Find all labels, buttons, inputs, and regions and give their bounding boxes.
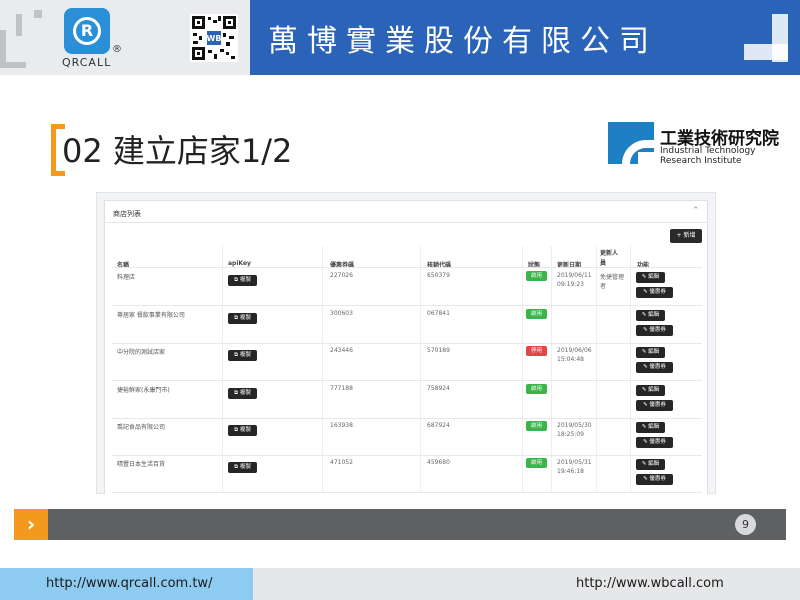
store-name: 尊居家 餐飲事業有限公司 bbox=[117, 312, 185, 319]
edit-button[interactable]: ✎ 編輯 bbox=[636, 272, 665, 283]
verify-code: 758924 bbox=[427, 385, 450, 392]
update-date: 2019/06/11 bbox=[557, 272, 592, 279]
store-name: 喬記食品有限公司 bbox=[117, 424, 166, 431]
update-date: 2019/06/06 bbox=[557, 347, 592, 354]
itri-english-name: Research Institute bbox=[660, 156, 742, 166]
verify-code: 459680 bbox=[427, 459, 450, 466]
update-time: 15:04:48 bbox=[557, 356, 584, 363]
divider bbox=[104, 222, 708, 223]
updater: 者 bbox=[600, 283, 607, 290]
edit-button[interactable]: ✎ 編輯 bbox=[636, 385, 665, 396]
store-name: 料理店 bbox=[117, 274, 136, 281]
copy-apikey-button[interactable]: ⧉ 複製 bbox=[228, 275, 257, 286]
registered-mark: ® bbox=[112, 44, 122, 55]
status-badge: 啟用 bbox=[526, 309, 547, 319]
copy-apikey-button[interactable]: ⧉ 複製 bbox=[228, 425, 257, 436]
store-name: 中分院的測試店家 bbox=[117, 349, 166, 356]
row-divider bbox=[112, 492, 702, 493]
coupon-code: 227026 bbox=[330, 272, 353, 279]
edit-button[interactable]: ✎ 編輯 bbox=[636, 310, 665, 321]
store-name: 捷裕鮮家(永康門市) bbox=[117, 387, 170, 394]
status-badge: 啟用 bbox=[526, 271, 547, 281]
qr-badge-text: WB bbox=[207, 34, 222, 43]
collapse-icon[interactable]: ⌃ bbox=[692, 206, 700, 216]
edit-button[interactable]: ✎ 編輯 bbox=[636, 422, 665, 433]
status-badge: 停用 bbox=[526, 346, 547, 356]
row-divider bbox=[112, 305, 702, 306]
column-header: apiKey bbox=[228, 260, 251, 267]
update-date: 2019/05/31 bbox=[557, 459, 592, 466]
row-divider bbox=[112, 380, 702, 381]
decorative-block bbox=[34, 10, 42, 18]
update-time: 09:19:23 bbox=[557, 281, 584, 288]
coupon-code: 243446 bbox=[330, 347, 353, 354]
coupon-code: 777188 bbox=[330, 385, 353, 392]
update-time: 19:46:18 bbox=[557, 468, 584, 475]
logo-mark: R bbox=[73, 17, 101, 45]
row-divider bbox=[112, 455, 702, 456]
coupon-code: 471052 bbox=[330, 459, 353, 466]
verify-code: 067841 bbox=[427, 310, 450, 317]
status-badge: 啟用 bbox=[526, 384, 547, 394]
coupon-button[interactable]: ✎ 優惠券 bbox=[636, 400, 673, 411]
logo-text: QRCALL bbox=[62, 56, 112, 69]
row-divider bbox=[112, 418, 702, 419]
coupon-code: 300603 bbox=[330, 310, 353, 317]
verify-code: 570189 bbox=[427, 347, 450, 354]
itri-english-name: Industrial Technology bbox=[660, 146, 756, 156]
card-title: 商店列表 bbox=[113, 210, 141, 218]
edit-button[interactable]: ✎ 編輯 bbox=[636, 347, 665, 358]
coupon-button[interactable]: ✎ 優惠券 bbox=[636, 325, 673, 336]
decorative-block bbox=[16, 14, 22, 36]
decorative-block bbox=[744, 44, 788, 60]
coupon-button[interactable]: ✎ 優惠券 bbox=[636, 437, 673, 448]
verify-code: 687924 bbox=[427, 422, 450, 429]
copy-apikey-button[interactable]: ⧉ 複製 bbox=[228, 462, 257, 473]
qrcall-url-link[interactable]: http://www.qrcall.com.tw/ bbox=[46, 576, 212, 591]
update-date: 2019/05/30 bbox=[557, 422, 592, 429]
updater: 免捷管理 bbox=[600, 274, 625, 281]
store-name: 晴豐日本生活百貨 bbox=[117, 461, 166, 468]
coupon-button[interactable]: ✎ 優惠券 bbox=[636, 474, 673, 485]
add-store-button[interactable]: + 新增 bbox=[670, 229, 702, 243]
slide-page: R ® QRCALL WB 萬博實業股份有限公司 02 建立店家1/2 工業技術… bbox=[0, 0, 800, 600]
status-badge: 啟用 bbox=[526, 421, 547, 431]
store-list-card bbox=[104, 200, 708, 494]
column-header: 員 bbox=[600, 260, 607, 267]
slide-title: 02 建立店家1/2 bbox=[62, 132, 293, 170]
copy-apikey-button[interactable]: ⧉ 複製 bbox=[228, 388, 257, 399]
wbcall-url-link[interactable]: http://www.wbcall.com bbox=[576, 576, 724, 591]
itri-logo-icon bbox=[608, 122, 654, 164]
decorative-block bbox=[0, 62, 26, 68]
column-header: 更新人 bbox=[600, 250, 619, 257]
qrcall-logo: R bbox=[64, 8, 110, 54]
copy-apikey-button[interactable]: ⧉ 複製 bbox=[228, 313, 257, 324]
page-number: 9 bbox=[735, 514, 756, 535]
row-divider bbox=[112, 343, 702, 344]
update-time: 18:25:09 bbox=[557, 431, 584, 438]
coupon-code: 163938 bbox=[330, 422, 353, 429]
footer-bar bbox=[48, 509, 786, 540]
qr-code-icon: WB bbox=[190, 14, 238, 62]
title-bracket bbox=[51, 124, 56, 176]
coupon-button[interactable]: ✎ 優惠券 bbox=[636, 287, 673, 298]
edit-button[interactable]: ✎ 編輯 bbox=[636, 459, 665, 470]
chevron-right-icon: › bbox=[14, 509, 48, 540]
status-badge: 啟用 bbox=[526, 458, 547, 468]
company-name: 萬博實業股份有限公司 bbox=[268, 24, 658, 59]
row-divider bbox=[112, 267, 702, 268]
coupon-button[interactable]: ✎ 優惠券 bbox=[636, 362, 673, 373]
copy-apikey-button[interactable]: ⧉ 複製 bbox=[228, 350, 257, 361]
verify-code: 650379 bbox=[427, 272, 450, 279]
